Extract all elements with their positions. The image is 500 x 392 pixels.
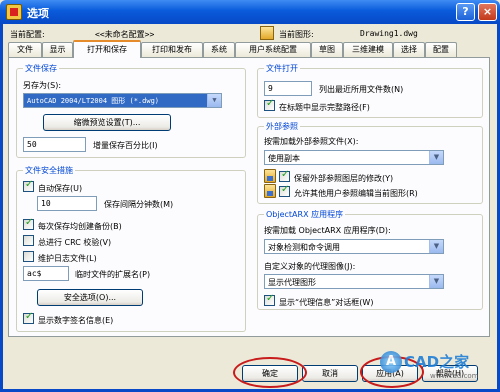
watermark-url: www.cad.com — [430, 372, 479, 380]
file-open-group: 文件打开 9 列出最近所用文件数(N) 在标题中显示完整路径(F) — [257, 63, 483, 118]
file-safety-group: 文件安全措施 自动保存(U) 10 保存间隔分钟数(M) 每次保存均创建备份(B… — [16, 165, 246, 332]
file-save-title: 文件保存 — [23, 63, 59, 74]
temp-extension-input[interactable]: ac$ — [23, 266, 69, 281]
proxy-image-value: 显示代理图形 — [268, 278, 316, 287]
incremental-save-input[interactable]: 50 — [23, 137, 86, 152]
tab-3d-modeling[interactable]: 三维建模 — [343, 42, 393, 57]
drawing-icon — [260, 26, 274, 40]
autosave-checkbox[interactable] — [23, 179, 34, 192]
tab-plot-publish[interactable]: 打印和发布 — [141, 42, 203, 57]
cancel-button[interactable]: 取消 — [302, 365, 358, 382]
incremental-save-label: 增量保存百分比(I) — [93, 141, 158, 150]
proxy-info-checkbox[interactable] — [264, 293, 275, 306]
file-save-group: 文件保存 另存为(S): AutoCAD 2004/LT2004 图形 (*.d… — [16, 63, 246, 158]
crc-check-checkbox[interactable] — [23, 235, 34, 246]
autosave-label: 自动保存(U) — [38, 184, 83, 193]
current-drawing-label: 当前图形: — [279, 30, 314, 39]
xref-demand-label: 按需加载外部参照文件(X): — [264, 137, 359, 146]
objectarx-group: ObjectARX 应用程序 按需加载 ObjectARX 应用程序(D): 对… — [257, 209, 483, 310]
chevron-down-icon: ▼ — [429, 151, 443, 164]
xref-demand-select[interactable]: 使用副本 ▼ — [264, 150, 444, 165]
thumbnail-settings-button[interactable]: 缩微预览设置(T)... — [43, 114, 171, 131]
objectarx-demand-value: 对象检测和命令调用 — [268, 243, 340, 252]
allow-xref-edit-checkbox[interactable] — [279, 184, 290, 197]
proxy-image-label: 自定义对象的代理图像(J): — [264, 262, 356, 271]
help-title-button[interactable]: ? — [456, 3, 475, 21]
full-path-label: 在标题中显示完整路径(F) — [279, 103, 370, 112]
autosave-minutes-input[interactable]: 10 — [37, 196, 97, 211]
chevron-down-icon: ▼ — [429, 275, 443, 288]
digital-signature-label: 显示数字签名信息(E) — [38, 316, 114, 325]
tab-profiles[interactable]: 配置 — [425, 42, 457, 57]
file-safety-title: 文件安全措施 — [23, 165, 75, 176]
xref-demand-value: 使用副本 — [268, 154, 300, 163]
xref-layer-icon — [264, 169, 276, 183]
log-file-label: 维护日志文件(L) — [38, 254, 97, 263]
current-drawing-value: Drawing1.dwg — [360, 29, 418, 38]
app-icon — [6, 4, 22, 20]
tab-panel: 文件保存 另存为(S): AutoCAD 2004/LT2004 图形 (*.d… — [8, 57, 490, 337]
ok-highlight-ellipse — [233, 357, 307, 388]
tab-files[interactable]: 文件 — [8, 42, 42, 57]
close-button[interactable]: × — [478, 3, 497, 21]
save-as-value: AutoCAD 2004/LT2004 图形 (*.dwg) — [27, 97, 160, 105]
tab-selection[interactable]: 选择 — [393, 42, 425, 57]
full-path-checkbox[interactable] — [264, 98, 275, 111]
crc-check-label: 总进行 CRC 校验(V) — [38, 238, 112, 247]
log-file-checkbox[interactable] — [23, 251, 34, 262]
objectarx-title: ObjectARX 应用程序 — [264, 209, 346, 220]
tab-open-save[interactable]: 打开和保存 — [73, 40, 141, 58]
save-as-label: 另存为(S): — [23, 81, 62, 90]
objectarx-demand-select[interactable]: 对象检测和命令调用 ▼ — [264, 239, 444, 254]
tab-display[interactable]: 显示 — [42, 42, 73, 57]
retain-xref-changes-label: 保留外部参照图层的修改(Y) — [294, 174, 394, 183]
tab-system[interactable]: 系统 — [203, 42, 235, 57]
recent-files-label: 列出最近所用文件数(N) — [319, 85, 404, 94]
xref-group: 外部参照 按需加载外部参照文件(X): 使用副本 ▼ 保留外部参照图层的修改(Y… — [257, 121, 483, 204]
tab-drafting[interactable]: 草图 — [311, 42, 343, 57]
temp-extension-label: 临时文件的扩展名(P) — [75, 270, 151, 279]
watermark-logo-icon: A — [380, 351, 402, 373]
chevron-down-icon: ▼ — [207, 94, 221, 107]
window-title: 选项 — [27, 7, 49, 20]
digital-signature-checkbox[interactable] — [23, 311, 34, 324]
create-backup-checkbox[interactable] — [23, 217, 34, 230]
autosave-minutes-label: 保存间隔分钟数(M) — [104, 200, 174, 209]
current-profile-label: 当前配置: — [10, 30, 45, 39]
allow-xref-edit-label: 允许其他用户参照编辑当前图形(R) — [294, 189, 418, 198]
proxy-image-select[interactable]: 显示代理图形 ▼ — [264, 274, 444, 289]
chevron-down-icon: ▼ — [429, 240, 443, 253]
save-as-select[interactable]: AutoCAD 2004/LT2004 图形 (*.dwg) ▼ — [23, 93, 222, 108]
objectarx-demand-label: 按需加载 ObjectARX 应用程序(D): — [264, 226, 391, 235]
title-bar: 选项 ? × — [0, 0, 500, 24]
recent-files-input[interactable]: 9 — [264, 81, 312, 96]
file-open-title: 文件打开 — [264, 63, 300, 74]
xref-title: 外部参照 — [264, 121, 300, 132]
proxy-info-label: 显示“代理信息”对话框(W) — [279, 298, 374, 307]
current-profile-value: <<未命名配置>> — [95, 30, 155, 39]
xref-edit-icon — [264, 184, 276, 198]
security-options-button[interactable]: 安全选项(O)... — [37, 289, 143, 306]
retain-xref-changes-checkbox[interactable] — [279, 169, 290, 182]
create-backup-label: 每次保存均创建备份(B) — [38, 222, 122, 231]
watermark-text: CAD之家 — [404, 353, 470, 371]
tab-user-preferences[interactable]: 用户系统配置 — [235, 42, 311, 57]
